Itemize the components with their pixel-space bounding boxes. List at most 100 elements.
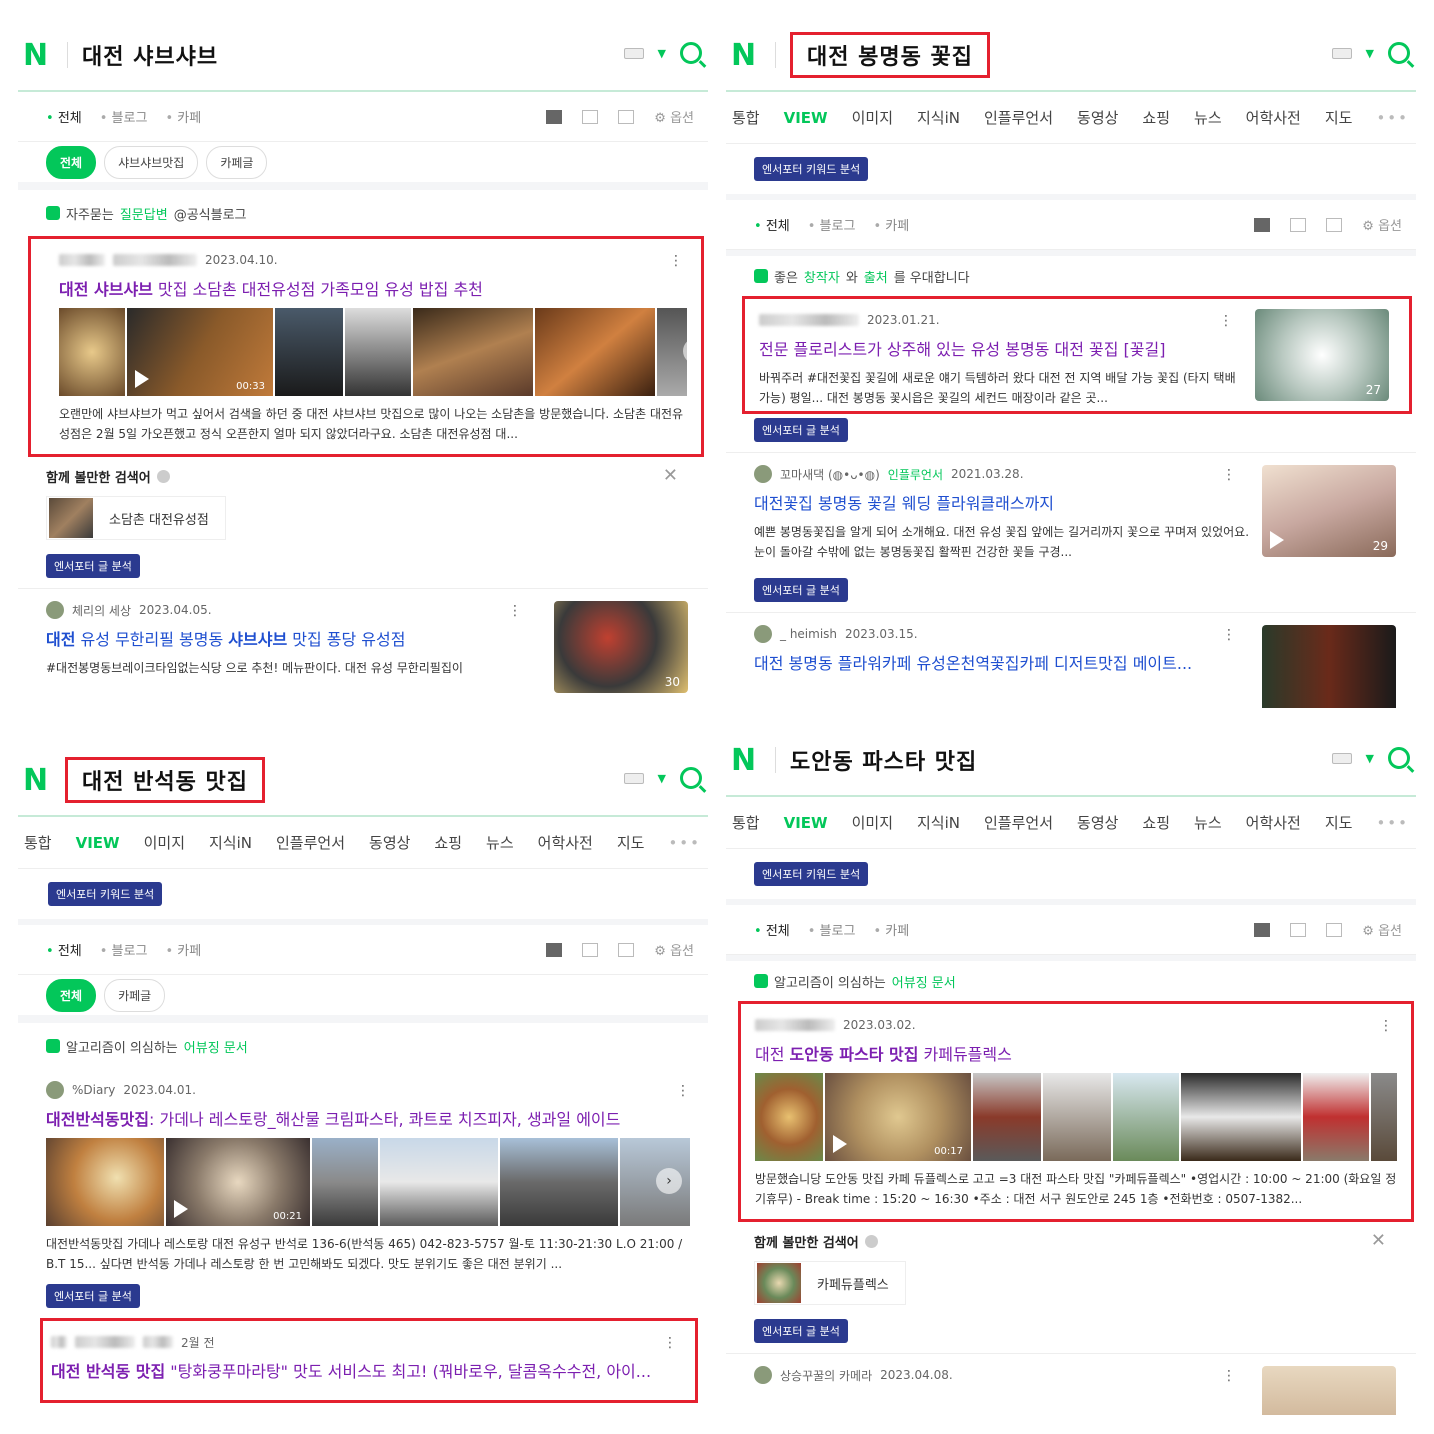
card-view-icon[interactable] (1290, 217, 1307, 232)
tab-map[interactable]: 지도 (1325, 812, 1353, 833)
list-view-icon[interactable] (546, 942, 563, 957)
chevron-right-icon[interactable]: › (656, 1168, 682, 1194)
post-thumbnail[interactable]: 27 (1255, 309, 1389, 401)
nsupporter-post-badge[interactable]: 엔서포터 글 분석 (754, 418, 848, 442)
nsupporter-post-badge[interactable]: 엔서포터 글 분석 (46, 554, 140, 578)
options-button[interactable]: ⚙ 옵션 (1362, 920, 1402, 939)
related-item[interactable]: 카페듀플렉스 (754, 1261, 906, 1305)
post-thumbnail[interactable]: 30 (554, 601, 688, 693)
video-thumb[interactable]: 00:17 (825, 1073, 971, 1161)
notice-link[interactable]: 질문답변 (120, 204, 168, 223)
image-strip[interactable]: 00:21 › (46, 1138, 694, 1226)
photo[interactable] (1181, 1073, 1301, 1161)
nsupporter-keyword-badge[interactable]: 엔서포터 키워드 분석 (754, 862, 869, 886)
notice-link[interactable]: 어뷰징 문서 (892, 972, 956, 991)
photo[interactable] (535, 308, 655, 396)
highlighted-post[interactable]: 2월 전 ⋮ 대전 반석동 맛집 "탕화쿵푸마라탕" 맛도 서비스도 최고! (… (40, 1318, 698, 1403)
chip-shabu[interactable]: 샤브샤브맛집 (104, 145, 199, 179)
photo[interactable] (345, 308, 411, 396)
filter-all[interactable]: 전체 (46, 107, 82, 126)
search-query[interactable]: 대전 샤브샤브 (82, 39, 218, 71)
filter-blog[interactable]: 블로그 (100, 940, 148, 959)
tab-image[interactable]: 이미지 (852, 107, 893, 128)
tab-influencer[interactable]: 인플루언서 (984, 107, 1053, 128)
influencer-tag[interactable]: 인플루언서 (888, 466, 943, 483)
filter-cafe[interactable]: 카페 (165, 940, 201, 959)
image-strip[interactable]: 00:17 (755, 1073, 1397, 1161)
photo[interactable] (1371, 1073, 1397, 1161)
search-icon[interactable] (1388, 747, 1410, 769)
chevron-down-icon[interactable]: ▼ (658, 772, 666, 785)
tab-kin[interactable]: 지식iN (917, 107, 960, 128)
video-thumb[interactable]: 00:33 (127, 308, 273, 396)
photo[interactable] (46, 1138, 164, 1226)
more-icon[interactable]: ⋮ (676, 1083, 690, 1099)
search-icon[interactable] (680, 42, 702, 64)
post-author[interactable]: 체리의 세상 (72, 602, 131, 619)
tab-news[interactable]: 뉴스 (1194, 812, 1222, 833)
nsupporter-keyword-badge[interactable]: 엔서포터 키워드 분석 (754, 157, 869, 181)
list-view-icon[interactable] (546, 109, 563, 124)
search-icon[interactable] (1388, 42, 1410, 64)
chip-all[interactable]: 전체 (46, 978, 97, 1012)
photo[interactable] (973, 1073, 1041, 1161)
tab-shopping[interactable]: 쇼핑 (1142, 107, 1170, 128)
post[interactable]: 체리의 세상 2023.04.05. ⋮ 대전 유성 무한리필 봉명동 샤브샤브 … (18, 588, 708, 693)
post-title[interactable]: 대전 샤브샤브 맛집 소담촌 대전유성점 가족모임 유성 밥집 추천 (59, 276, 687, 300)
photo[interactable] (1303, 1073, 1369, 1161)
post[interactable]: _ heimish 2023.03.15. ⋮ 대전 봉명동 플라워카페 유성온천… (726, 612, 1416, 708)
tab-kin[interactable]: 지식iN (209, 832, 252, 853)
highlighted-post[interactable]: 2023.04.10. ⋮ 대전 샤브샤브 맛집 소담촌 대전유성점 가족모임 … (28, 236, 704, 457)
video-view-icon[interactable] (1326, 922, 1343, 937)
tab-video[interactable]: 동영상 (1077, 107, 1118, 128)
related-item[interactable]: 소담촌 대전유성점 (46, 496, 226, 540)
naver-logo[interactable]: N (731, 743, 767, 778)
photo[interactable] (1043, 1073, 1111, 1161)
options-button[interactable]: ⚙ 옵션 (654, 107, 694, 126)
image-strip[interactable]: 00:33 › (59, 308, 687, 396)
tab-influencer[interactable]: 인플루언서 (984, 812, 1053, 833)
filter-all[interactable]: 전체 (754, 920, 790, 939)
tab-image[interactable]: 이미지 (144, 832, 185, 853)
post-thumbnail[interactable] (1262, 625, 1396, 708)
list-view-icon[interactable] (1254, 922, 1271, 937)
keyboard-icon[interactable] (623, 772, 644, 784)
nsupporter-keyword-badge[interactable]: 엔서포터 키워드 분석 (48, 882, 163, 906)
video-view-icon[interactable] (1326, 217, 1343, 232)
more-icon[interactable]: ⋮ (1219, 313, 1233, 329)
filter-blog[interactable]: 블로그 (808, 215, 856, 234)
filter-all[interactable]: 전체 (754, 215, 790, 234)
video-thumb[interactable]: 00:21 (166, 1138, 310, 1226)
filter-cafe[interactable]: 카페 (873, 920, 909, 939)
info-icon[interactable] (156, 470, 170, 483)
photo[interactable] (755, 1073, 823, 1161)
search-query[interactable]: 도안동 파스타 맛집 (790, 744, 977, 776)
tab-integrated[interactable]: 통합 (24, 832, 52, 853)
more-icon[interactable]: ⋮ (1222, 627, 1236, 643)
chip-all[interactable]: 전체 (46, 145, 97, 179)
list-view-icon[interactable] (1254, 217, 1271, 232)
keyboard-icon[interactable] (1331, 47, 1352, 59)
post-title[interactable]: 대전반석동맛집: 가데나 레스토랑_해산물 크림파스타, 콰트로 치즈피자, 생… (46, 1106, 694, 1130)
tab-integrated[interactable]: 통합 (732, 107, 760, 128)
post-title[interactable]: 대전 봉명동 플라워카페 유성온천역꽃집카페 디저트맛집 메이트... (754, 650, 1256, 674)
photo[interactable] (413, 308, 533, 396)
search-query[interactable]: 대전 반석동 맛집 (65, 757, 265, 803)
post-title[interactable]: 전문 플로리스트가 상주해 있는 유성 봉명동 대전 꽃집 [꽃길] (759, 336, 1249, 360)
photo[interactable] (59, 308, 125, 396)
tab-dictionary[interactable]: 어학사전 (1246, 812, 1301, 833)
more-icon[interactable]: ⋮ (1222, 467, 1236, 483)
tab-image[interactable]: 이미지 (852, 812, 893, 833)
post[interactable]: 꼬마새댁 (◍•ᴗ•◍) 인플루언서 2021.03.28. ⋮ 대전꽃집 봉명동 … (726, 452, 1416, 572)
card-view-icon[interactable] (582, 942, 599, 957)
nsupporter-post-badge[interactable]: 엔서포터 글 분석 (754, 1319, 848, 1343)
post-author[interactable]: 꼬마새댁 (◍•ᴗ•◍) (780, 466, 880, 483)
post-author[interactable]: _ heimish (780, 627, 837, 641)
search-icon[interactable] (680, 767, 702, 789)
tab-news[interactable]: 뉴스 (486, 832, 514, 853)
nsupporter-post-badge[interactable]: 엔서포터 글 분석 (46, 1284, 140, 1308)
tab-integrated[interactable]: 통합 (732, 812, 760, 833)
video-view-icon[interactable] (618, 942, 635, 957)
tab-view[interactable]: VIEW (76, 834, 120, 852)
tab-dictionary[interactable]: 어학사전 (1246, 107, 1301, 128)
